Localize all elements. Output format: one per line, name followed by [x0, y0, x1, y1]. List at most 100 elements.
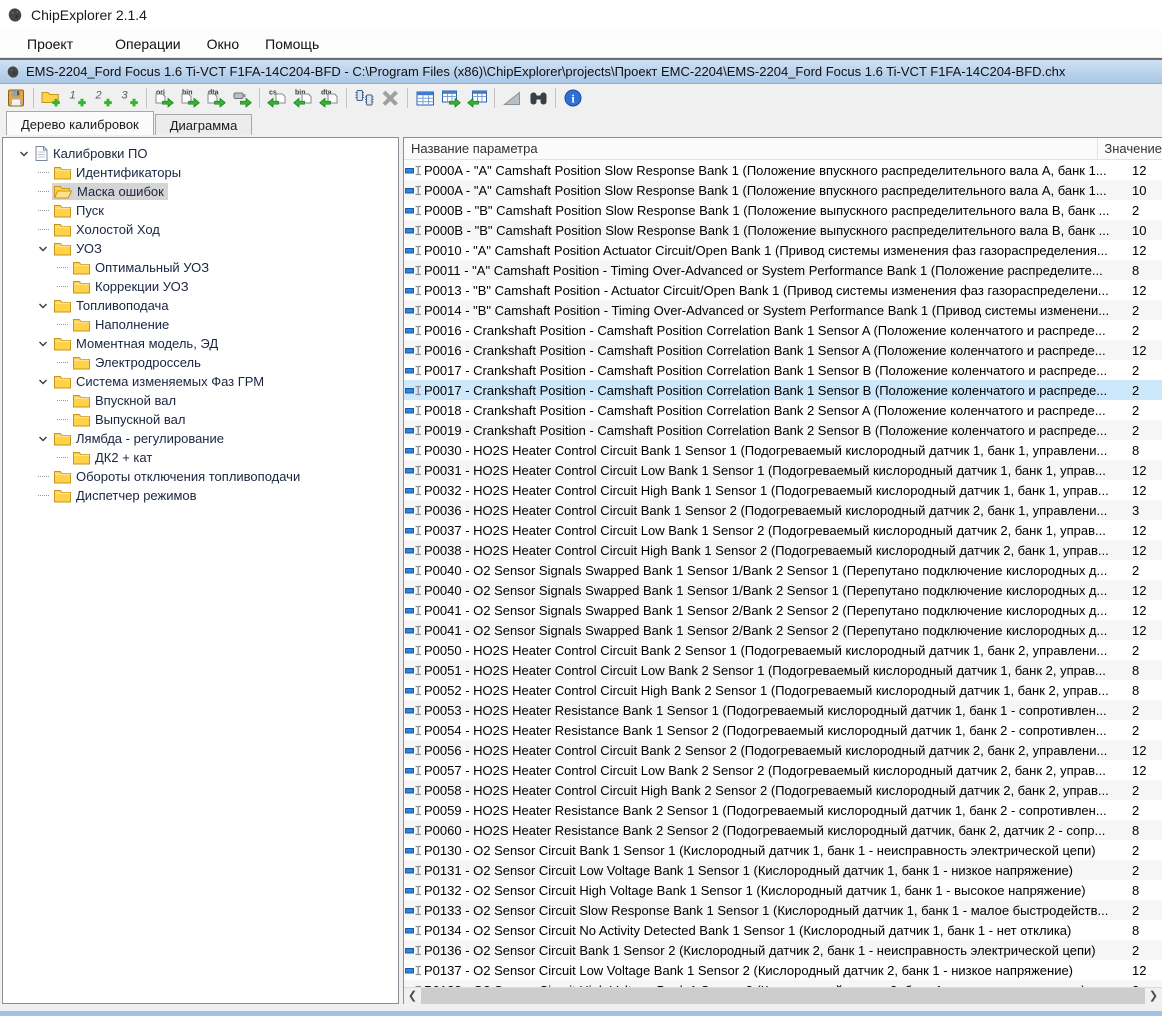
menu-help[interactable]: Помощь [252, 32, 332, 56]
export-dta-button[interactable]: dta [203, 85, 229, 110]
tree-item[interactable]: Пуск [3, 201, 398, 220]
compare-chips-button[interactable] [351, 85, 377, 110]
parameter-row[interactable]: P0058 - HO2S Heater Control Circuit High… [404, 780, 1162, 800]
parameter-row[interactable]: P0059 - HO2S Heater Resistance Bank 2 Se… [404, 800, 1162, 820]
tree-node[interactable]: Холостой Ход [52, 221, 164, 238]
export-bin-button[interactable]: bin [177, 85, 203, 110]
parameter-row[interactable]: P000A - "A" Camshaft Position Slow Respo… [404, 180, 1162, 200]
parameter-row[interactable]: P0132 - O2 Sensor Circuit High Voltage B… [404, 880, 1162, 900]
chevron-down-icon[interactable] [34, 298, 52, 314]
tree-item[interactable]: Идентификаторы [3, 163, 398, 182]
parameter-row[interactable]: P0030 - HO2S Heater Control Circuit Bank… [404, 440, 1162, 460]
table-export-button[interactable] [438, 85, 464, 110]
parameter-row[interactable]: P0016 - Crankshaft Position - Camshaft P… [404, 320, 1162, 340]
tree-node[interactable]: Лямбда - регулирование [52, 430, 228, 447]
parameter-row[interactable]: P0019 - Crankshaft Position - Camshaft P… [404, 420, 1162, 440]
tree-item[interactable]: ДК2 + кат [3, 448, 398, 467]
parameter-row[interactable]: P0056 - HO2S Heater Control Circuit Bank… [404, 740, 1162, 760]
column-header-name[interactable]: Название параметра [404, 138, 1098, 159]
parameter-row[interactable]: P0037 - HO2S Heater Control Circuit Low … [404, 520, 1162, 540]
tree-node[interactable]: Маска ошибок [52, 183, 168, 200]
tree-item[interactable]: Холостой Ход [3, 220, 398, 239]
search-button[interactable] [525, 85, 551, 110]
export-ori-button[interactable]: ori [151, 85, 177, 110]
parameter-row[interactable]: P0041 - O2 Sensor Signals Swapped Bank 1… [404, 620, 1162, 640]
parameter-row[interactable]: P0051 - HO2S Heater Control Circuit Low … [404, 660, 1162, 680]
parameter-row[interactable]: P0134 - O2 Sensor Circuit No Activity De… [404, 920, 1162, 940]
ramp-button[interactable] [499, 85, 525, 110]
chevron-down-icon[interactable] [34, 336, 52, 352]
tree-item[interactable]: Обороты отключения топливоподачи [3, 467, 398, 486]
column-header-value[interactable]: Значение [1098, 141, 1162, 156]
add-layer-1-button[interactable]: 1 [64, 85, 90, 110]
tab-calibration-tree[interactable]: Дерево калибровок [6, 111, 154, 135]
compare-disabled-button[interactable] [377, 85, 403, 110]
menu-operations[interactable]: Операции [102, 32, 194, 56]
tree-node[interactable]: ДК2 + кат [71, 449, 156, 466]
tree-node[interactable]: Обороты отключения топливоподачи [52, 468, 304, 485]
tree-item[interactable]: Система изменяемых Фаз ГРМ [3, 372, 398, 391]
parameter-row[interactable]: P0036 - HO2S Heater Control Circuit Bank… [404, 500, 1162, 520]
tree-node[interactable]: Идентификаторы [52, 164, 185, 181]
tree-item[interactable]: УОЗ [3, 239, 398, 258]
parameter-row[interactable]: P0133 - O2 Sensor Circuit Slow Response … [404, 900, 1162, 920]
save-button[interactable] [3, 85, 29, 110]
add-project-button[interactable] [38, 85, 64, 110]
table-import-button[interactable] [464, 85, 490, 110]
import-bin-button[interactable]: bin [290, 85, 316, 110]
parameter-row[interactable]: P000B - "B" Camshaft Position Slow Respo… [404, 200, 1162, 220]
tree-node[interactable]: Моментная модель, ЭД [52, 335, 222, 352]
menu-project[interactable]: Проект [14, 32, 86, 56]
tree-node[interactable]: УОЗ [52, 240, 106, 257]
tree-item[interactable]: Топливоподача [3, 296, 398, 315]
info-button[interactable]: i [560, 85, 586, 110]
tree-node[interactable]: Впускной вал [71, 392, 180, 409]
parameter-row[interactable]: P0130 - O2 Sensor Circuit Bank 1 Sensor … [404, 840, 1162, 860]
tree-node[interactable]: Система изменяемых Фаз ГРМ [52, 373, 268, 390]
parameter-row[interactable]: P0013 - "B" Camshaft Position - Actuator… [404, 280, 1162, 300]
parameter-row[interactable]: P0031 - HO2S Heater Control Circuit Low … [404, 460, 1162, 480]
parameter-row[interactable]: P0054 - HO2S Heater Resistance Bank 1 Se… [404, 720, 1162, 740]
add-layer-2-button[interactable]: 2 [90, 85, 116, 110]
parameter-row[interactable]: P0010 - "A" Camshaft Position Actuator C… [404, 240, 1162, 260]
parameter-row[interactable]: P0040 - O2 Sensor Signals Swapped Bank 1… [404, 580, 1162, 600]
tree-item[interactable]: Маска ошибок [3, 182, 398, 201]
tree-item[interactable]: Калибровки ПО [3, 144, 398, 163]
parameter-row[interactable]: P000A - "A" Camshaft Position Slow Respo… [404, 160, 1162, 180]
tree-item[interactable]: Выпускной вал [3, 410, 398, 429]
parameter-row[interactable]: P0014 - "B" Camshaft Position - Timing O… [404, 300, 1162, 320]
tree-node[interactable]: Оптимальный УОЗ [71, 259, 213, 276]
table-view-button[interactable] [412, 85, 438, 110]
parameter-row[interactable]: P0016 - Crankshaft Position - Camshaft P… [404, 340, 1162, 360]
scrollbar-thumb[interactable] [421, 988, 1145, 1004]
parameter-row[interactable]: P0053 - HO2S Heater Resistance Bank 1 Se… [404, 700, 1162, 720]
chevron-down-icon[interactable] [34, 241, 52, 257]
parameter-row[interactable]: P0060 - HO2S Heater Resistance Bank 2 Se… [404, 820, 1162, 840]
parameter-row[interactable]: P0052 - HO2S Heater Control Circuit High… [404, 680, 1162, 700]
parameter-row[interactable]: P0041 - O2 Sensor Signals Swapped Bank 1… [404, 600, 1162, 620]
chevron-down-icon[interactable] [34, 431, 52, 447]
parameter-row[interactable]: P0050 - HO2S Heater Control Circuit Bank… [404, 640, 1162, 660]
tree-item[interactable]: Наполнение [3, 315, 398, 334]
horizontal-scrollbar[interactable]: ❮ ❯ [404, 987, 1162, 1004]
scroll-left-arrow-icon[interactable]: ❮ [404, 988, 421, 1004]
scroll-right-arrow-icon[interactable]: ❯ [1145, 988, 1162, 1004]
chevron-down-icon[interactable] [15, 146, 33, 162]
write-device-button[interactable] [229, 85, 255, 110]
import-cs-button[interactable]: cs [264, 85, 290, 110]
tree-node[interactable]: Выпускной вал [71, 411, 189, 428]
tree-item[interactable]: Оптимальный УОЗ [3, 258, 398, 277]
parameter-row[interactable]: P000B - "B" Camshaft Position Slow Respo… [404, 220, 1162, 240]
add-layer-3-button[interactable]: 3 [116, 85, 142, 110]
tab-diagram[interactable]: Диаграмма [155, 114, 253, 135]
tree-node[interactable]: Наполнение [71, 316, 173, 333]
parameter-row[interactable]: P0017 - Crankshaft Position - Camshaft P… [404, 380, 1162, 400]
parameter-row[interactable]: P0040 - O2 Sensor Signals Swapped Bank 1… [404, 560, 1162, 580]
tree-node[interactable]: Коррекции УОЗ [71, 278, 193, 295]
parameter-row[interactable]: P0017 - Crankshaft Position - Camshaft P… [404, 360, 1162, 380]
parameter-row[interactable]: P0018 - Crankshaft Position - Camshaft P… [404, 400, 1162, 420]
tree-item[interactable]: Лямбда - регулирование [3, 429, 398, 448]
import-dta-button[interactable]: dta [316, 85, 342, 110]
menu-window[interactable]: Окно [194, 32, 253, 56]
parameter-row[interactable]: P0057 - HO2S Heater Control Circuit Low … [404, 760, 1162, 780]
